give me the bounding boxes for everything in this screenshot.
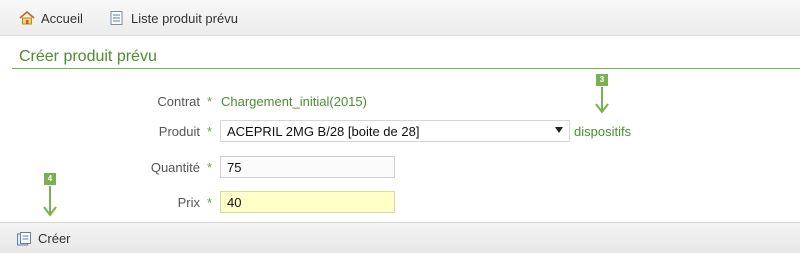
annotation-marker-4: 4 (42, 173, 62, 221)
form-footer: Créer (0, 222, 800, 253)
nav-home-label: Accueil (41, 10, 83, 26)
product-required-mark: * (207, 124, 213, 139)
price-required-mark: * (207, 195, 213, 210)
create-icon (16, 231, 32, 247)
create-button-label: Créer (38, 231, 71, 246)
product-select-value: ACEPRIL 2MG B/28 [boite de 28] (227, 124, 420, 139)
title-divider (12, 68, 800, 69)
annotation-marker-3: 3 (594, 74, 614, 122)
price-label: Prix (177, 195, 200, 210)
create-button[interactable]: Créer (16, 223, 71, 253)
arrow-down-icon (595, 87, 609, 114)
quantity-label: Quantité (150, 160, 200, 175)
quantity-input[interactable]: 75 (220, 156, 395, 178)
price-input[interactable]: 40 (220, 191, 395, 213)
quantity-row: Quantité * 75 (0, 156, 800, 180)
nav-list-link[interactable]: Liste produit prévu (109, 0, 238, 36)
chevron-down-icon (555, 127, 563, 133)
contract-value: Chargement_initial(2015) (221, 94, 367, 109)
list-icon (109, 10, 125, 26)
product-row: Produit * ACEPRIL 2MG B/28 [boite de 28]… (0, 120, 800, 144)
dispositifs-link[interactable]: dispositifs (574, 124, 631, 139)
contract-row: Contrat * Chargement_initial(2015) (0, 90, 800, 114)
product-select[interactable]: ACEPRIL 2MG B/28 [boite de 28] (220, 120, 570, 142)
product-label: Produit (158, 124, 200, 139)
arrow-down-icon (43, 186, 57, 217)
page-title: Créer produit prévu (19, 48, 157, 65)
top-nav: Accueil Liste produit prévu (0, 0, 800, 36)
nav-list-label: Liste produit prévu (131, 10, 238, 26)
contract-required-mark: * (207, 94, 213, 109)
quantity-required-mark: * (207, 160, 213, 175)
price-row: Prix * 40 (0, 191, 800, 215)
nav-home-link[interactable]: Accueil (19, 0, 83, 36)
contract-label: Contrat (157, 94, 200, 109)
home-icon (19, 10, 35, 26)
